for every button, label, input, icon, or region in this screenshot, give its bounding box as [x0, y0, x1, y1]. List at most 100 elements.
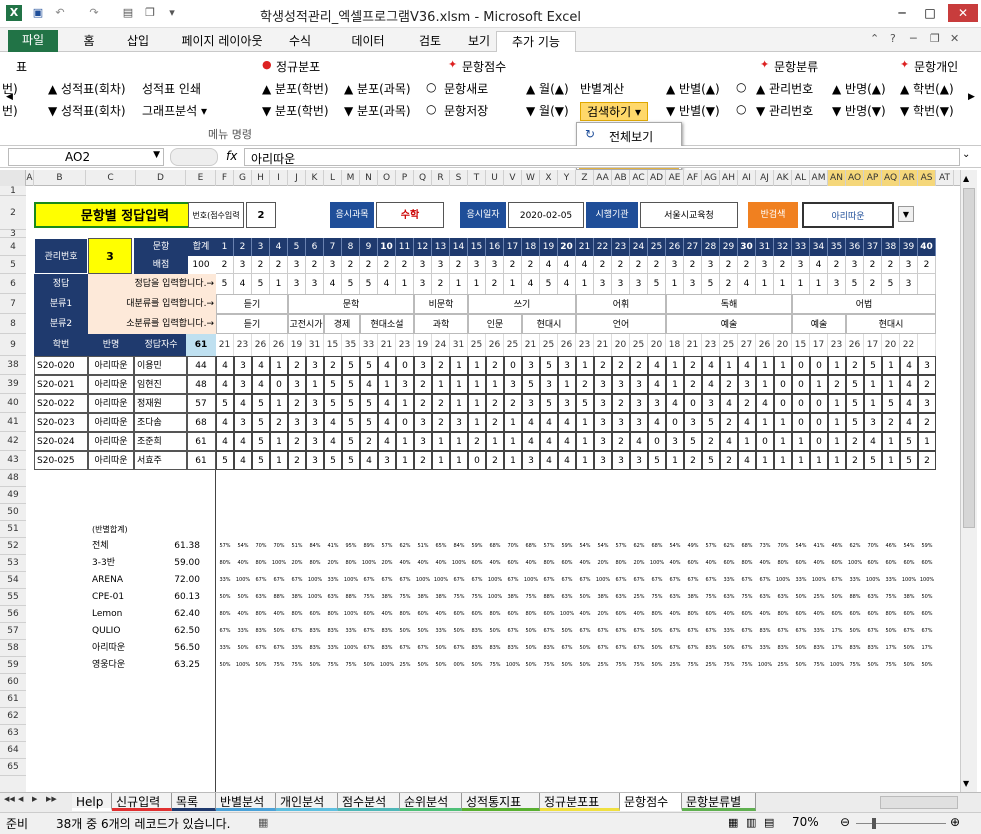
save-icon[interactable]: ▣: [30, 5, 46, 21]
student-answer[interactable]: 5: [342, 356, 360, 375]
expand-formula-icon[interactable]: ⌄: [962, 149, 970, 160]
student-answer[interactable]: 4: [756, 394, 774, 413]
student-answer[interactable]: 3: [414, 432, 432, 451]
student-answer[interactable]: 3: [306, 394, 324, 413]
student-answer[interactable]: 2: [684, 356, 702, 375]
answer-cell[interactable]: 4: [558, 274, 576, 294]
column-header-V[interactable]: V: [504, 170, 522, 186]
class2-group[interactable]: 고전시가: [288, 314, 324, 334]
student-answer[interactable]: 4: [738, 451, 756, 470]
student-answer[interactable]: 3: [612, 413, 630, 432]
answer-cell[interactable]: 3: [306, 274, 324, 294]
student-answer[interactable]: 4: [378, 432, 396, 451]
student-id[interactable]: S20-024: [34, 432, 88, 451]
row-header-65[interactable]: 65: [0, 759, 26, 776]
student-answer[interactable]: 1: [432, 432, 450, 451]
student-answer[interactable]: 4: [216, 413, 234, 432]
student-answer[interactable]: 2: [486, 451, 504, 470]
row-header-9[interactable]: 9: [0, 334, 26, 356]
answer-cell[interactable]: 4: [738, 274, 756, 294]
ribbon-row1-item-11[interactable]: ▲ 관리번호: [756, 80, 813, 97]
column-header-M[interactable]: M: [342, 170, 360, 186]
column-header-B[interactable]: B: [34, 170, 86, 186]
student-answer[interactable]: 4: [540, 451, 558, 470]
student-answer[interactable]: 3: [630, 413, 648, 432]
score-cell[interactable]: 2: [594, 256, 612, 274]
student-answer[interactable]: 4: [252, 356, 270, 375]
student-answer[interactable]: 3: [612, 375, 630, 394]
answer-cell[interactable]: 5: [216, 274, 234, 294]
score-cell[interactable]: 2: [504, 256, 522, 274]
score-cell[interactable]: 2: [342, 256, 360, 274]
student-answer[interactable]: 5: [324, 451, 342, 470]
student-answer[interactable]: 3: [630, 451, 648, 470]
column-header-P[interactable]: P: [396, 170, 414, 186]
class2-group[interactable]: 듣기: [216, 314, 288, 334]
student-answer[interactable]: 1: [270, 451, 288, 470]
answer-cell[interactable]: 5: [540, 274, 558, 294]
row-header-49[interactable]: 49: [0, 487, 26, 504]
row-header-54[interactable]: 54: [0, 572, 26, 589]
sheet-hscroll[interactable]: [880, 796, 958, 809]
column-header-AS[interactable]: AS: [918, 170, 936, 186]
score-cell[interactable]: 4: [810, 256, 828, 274]
student-answer[interactable]: 3: [540, 375, 558, 394]
student-answer[interactable]: 3: [306, 356, 324, 375]
class1-group[interactable]: 쓰기: [468, 294, 576, 314]
student-answer[interactable]: 2: [846, 432, 864, 451]
student-answer[interactable]: 5: [702, 451, 720, 470]
score-cell[interactable]: 3: [414, 256, 432, 274]
score-cell[interactable]: 4: [558, 256, 576, 274]
undo-icon[interactable]: ↶: [52, 5, 68, 21]
worksheet-grid[interactable]: 문항별 정답입력 번호(점수입력 2 응시과목 수학 응시일자 2020-02-05 시행기관…: [26, 186, 960, 792]
column-header-AQ[interactable]: AQ: [882, 170, 900, 186]
student-answer[interactable]: 5: [702, 413, 720, 432]
score-cell[interactable]: 2: [612, 256, 630, 274]
sheet-nav-icon-3[interactable]: ▶▶: [46, 795, 57, 803]
student-answer[interactable]: 1: [756, 413, 774, 432]
student-answer[interactable]: 2: [612, 432, 630, 451]
student-answer[interactable]: 2: [702, 432, 720, 451]
student-answer[interactable]: 5: [540, 394, 558, 413]
student-answer[interactable]: 1: [828, 413, 846, 432]
column-header-AM[interactable]: AM: [810, 170, 828, 186]
student-answer[interactable]: 4: [378, 394, 396, 413]
column-header-W[interactable]: W: [522, 170, 540, 186]
ribbon-row2-item-2[interactable]: 그래프분석 ▾: [142, 102, 207, 119]
row-header-4[interactable]: 4: [0, 238, 26, 256]
dropdown-item-0[interactable]: ↻ 전체보기: [579, 125, 679, 146]
ribbon-scroll-left-icon[interactable]: ◀: [6, 92, 13, 102]
student-answer[interactable]: 2: [846, 356, 864, 375]
student-answer[interactable]: 3: [648, 394, 666, 413]
answer-cell[interactable]: 1: [396, 274, 414, 294]
column-header-AB[interactable]: AB: [612, 170, 630, 186]
exam-no-value[interactable]: 2: [246, 202, 276, 228]
answer-cell[interactable]: 3: [900, 274, 918, 294]
row-header-7[interactable]: 7: [0, 294, 26, 314]
student-answer[interactable]: 1: [450, 375, 468, 394]
student-answer[interactable]: 3: [594, 451, 612, 470]
student-answer[interactable]: 1: [486, 432, 504, 451]
redo-icon[interactable]: ↷: [86, 5, 102, 21]
student-name[interactable]: 서효주: [134, 451, 188, 470]
student-answer[interactable]: 3: [612, 451, 630, 470]
student-answer[interactable]: 5: [846, 375, 864, 394]
student-answer[interactable]: 1: [882, 432, 900, 451]
student-answer[interactable]: 1: [504, 432, 522, 451]
student-answer[interactable]: 1: [450, 432, 468, 451]
student-answer[interactable]: 1: [396, 432, 414, 451]
student-answer[interactable]: 3: [414, 413, 432, 432]
student-answer[interactable]: 2: [324, 356, 342, 375]
student-answer[interactable]: 1: [882, 356, 900, 375]
student-answer[interactable]: 2: [720, 375, 738, 394]
answer-cell[interactable]: 1: [810, 274, 828, 294]
class2-group[interactable]: 현대시: [522, 314, 576, 334]
student-answer[interactable]: 2: [684, 375, 702, 394]
student-answer[interactable]: 4: [252, 375, 270, 394]
answer-cell[interactable]: 2: [432, 274, 450, 294]
column-header-H[interactable]: H: [252, 170, 270, 186]
student-answer[interactable]: 5: [252, 451, 270, 470]
student-name[interactable]: 조준희: [134, 432, 188, 451]
student-answer[interactable]: 4: [648, 413, 666, 432]
student-answer[interactable]: 1: [882, 375, 900, 394]
